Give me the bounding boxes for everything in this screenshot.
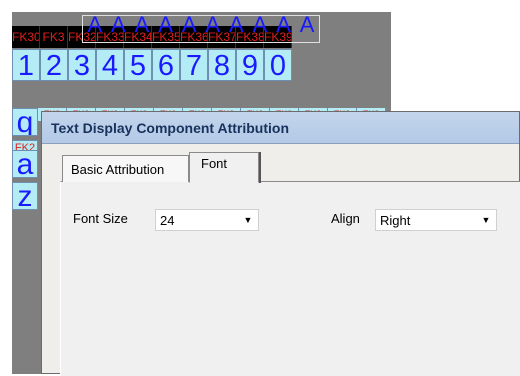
attribution-dialog[interactable]: Text Display Component Attribution Basic… [41,111,520,376]
frame-letter: A [158,15,173,37]
frame-letter: A [87,15,103,37]
frame-letter: A [299,15,315,37]
triangle-down-icon[interactable]: ▼ [479,213,493,227]
letter-key[interactable]: z [12,182,38,210]
letter-key[interactable]: q [12,108,38,136]
triangle-down-icon[interactable]: ▼ [241,213,255,227]
digit-key[interactable]: 0 [264,49,292,81]
digit-key[interactable]: 9 [236,49,264,81]
fk-label[interactable]: FK30 [12,26,40,48]
digit-key[interactable]: 5 [124,49,152,81]
digit-key[interactable]: 4 [96,49,124,81]
font-size-select[interactable]: 24 ▼ [155,209,259,231]
digit-key[interactable]: 2 [40,49,68,81]
fk-label[interactable]: FK3 [40,26,68,48]
frame-letter: A [252,15,268,37]
frame-letter: A [111,15,126,37]
digit-key[interactable]: 1 [12,49,40,81]
dialog-title: Text Display Component Attribution [51,120,289,136]
font-size-value: 24 [160,213,175,228]
digit-key[interactable]: 3 [68,49,96,81]
frame-letter: A [134,15,150,37]
align-label: Align [331,211,360,226]
align-select[interactable]: Right ▼ [375,209,497,231]
frame-letter: A [229,15,244,37]
digit-key[interactable]: 8 [208,49,236,81]
tab-font[interactable]: Font [189,152,259,183]
dialog-title-bar[interactable]: Text Display Component Attribution [42,112,519,144]
digit-key[interactable]: 7 [180,49,208,81]
letter-key[interactable]: a [12,150,38,178]
tab-basic-attribution[interactable]: Basic Attribution [62,155,189,182]
frame-letter: A [205,15,221,37]
frame-letter: A [181,15,197,37]
frame-letter: A [276,15,291,37]
selected-text-component[interactable]: A A A A A A A A A A [82,15,320,43]
font-size-label: Font Size [73,211,128,226]
align-value: Right [380,213,411,228]
digit-key[interactable]: 6 [152,49,180,81]
digit-key-row: 1 2 3 4 5 6 7 8 9 0 [12,49,292,81]
